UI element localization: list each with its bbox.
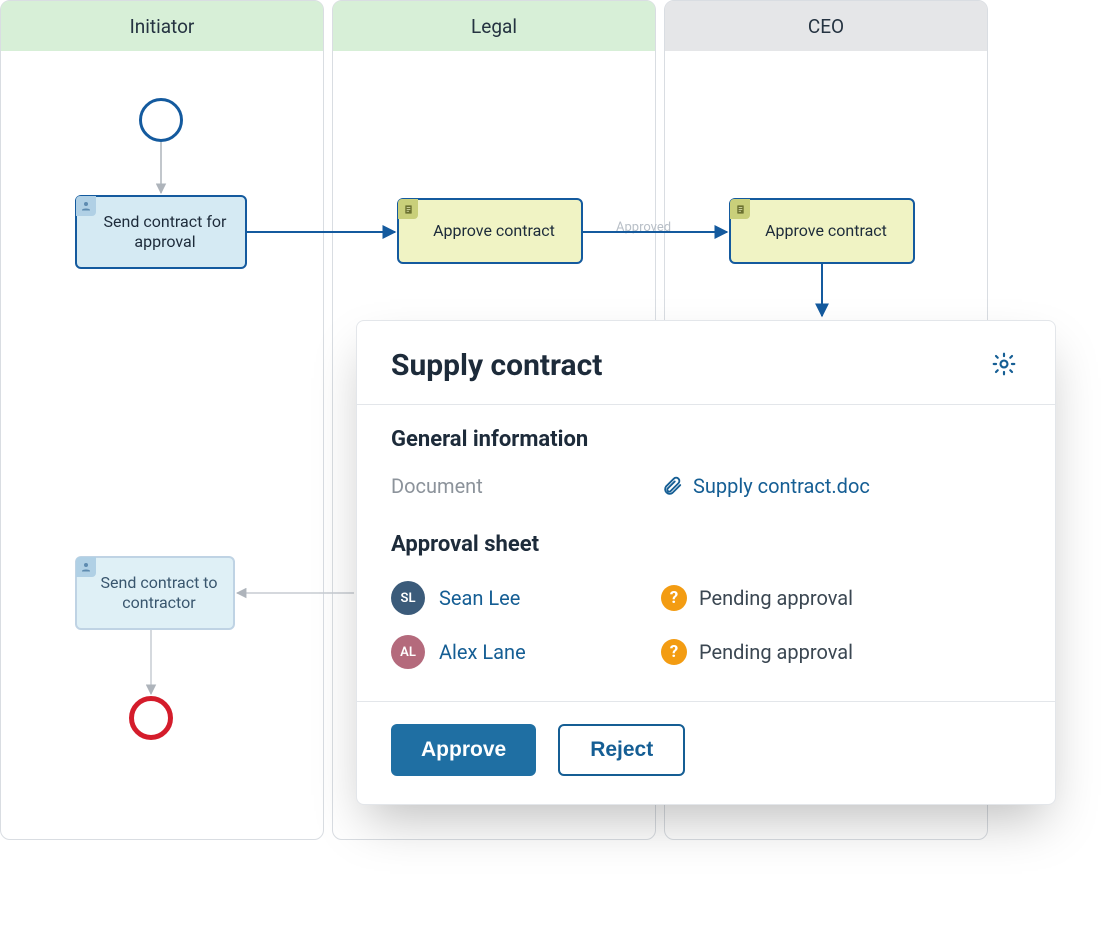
approve-button[interactable]: Approve [391,724,536,776]
task-approve-contract-legal[interactable]: Approve contract [397,198,583,264]
person-icon [76,196,96,216]
approval-card: Supply contract General information Docu… [356,320,1056,805]
task-label: Send contract for approval [99,212,231,252]
start-event [139,98,183,142]
card-title: Supply contract [391,348,602,383]
section-approval-sheet: Approval sheet [391,532,1021,557]
document-link[interactable]: Supply contract.doc [661,474,1021,498]
gear-icon [991,351,1017,377]
end-event [129,696,173,740]
approver-name-text: Sean Lee [439,586,520,610]
approver-row: AL Alex Lane? Pending approval [391,625,1021,679]
document-filename: Supply contract.doc [693,474,870,498]
swimlane-header: Initiator [1,1,323,51]
approver-list: SL Sean Lee? Pending approval AL Alex Lane? P… [391,571,1021,679]
task-send-contract-for-approval[interactable]: Send contract for approval [75,195,247,269]
task-approve-contract-ceo[interactable]: Approve contract [729,198,915,264]
avatar: AL [391,635,425,669]
task-label: Send contract to contractor [99,573,219,613]
approver-name-text: Alex Lane [439,640,526,664]
approver-status: ? Pending approval [661,585,1021,611]
person-icon [76,557,96,577]
swimlane-header: CEO [665,1,987,51]
task-label: Approve contract [765,221,887,241]
status-text: Pending approval [699,640,853,664]
task-label: Approve contract [433,221,555,241]
document-icon [398,199,418,219]
document-label: Document [391,474,661,498]
swimlane-header: Legal [333,1,655,51]
paperclip-icon [661,475,683,497]
document-icon [730,199,750,219]
approver-name[interactable]: AL Alex Lane [391,635,661,669]
task-send-contract-to-contractor[interactable]: Send contract to contractor [75,556,235,630]
approver-name[interactable]: SL Sean Lee [391,581,661,615]
section-general-info: General information [391,427,1021,452]
reject-button[interactable]: Reject [558,724,685,776]
approver-row: SL Sean Lee? Pending approval [391,571,1021,625]
approver-status: ? Pending approval [661,639,1021,665]
settings-button[interactable] [987,347,1021,384]
status-text: Pending approval [699,586,853,610]
question-icon: ? [661,585,687,611]
flow-label-approved: Approved [612,220,675,235]
avatar: SL [391,581,425,615]
question-icon: ? [661,639,687,665]
